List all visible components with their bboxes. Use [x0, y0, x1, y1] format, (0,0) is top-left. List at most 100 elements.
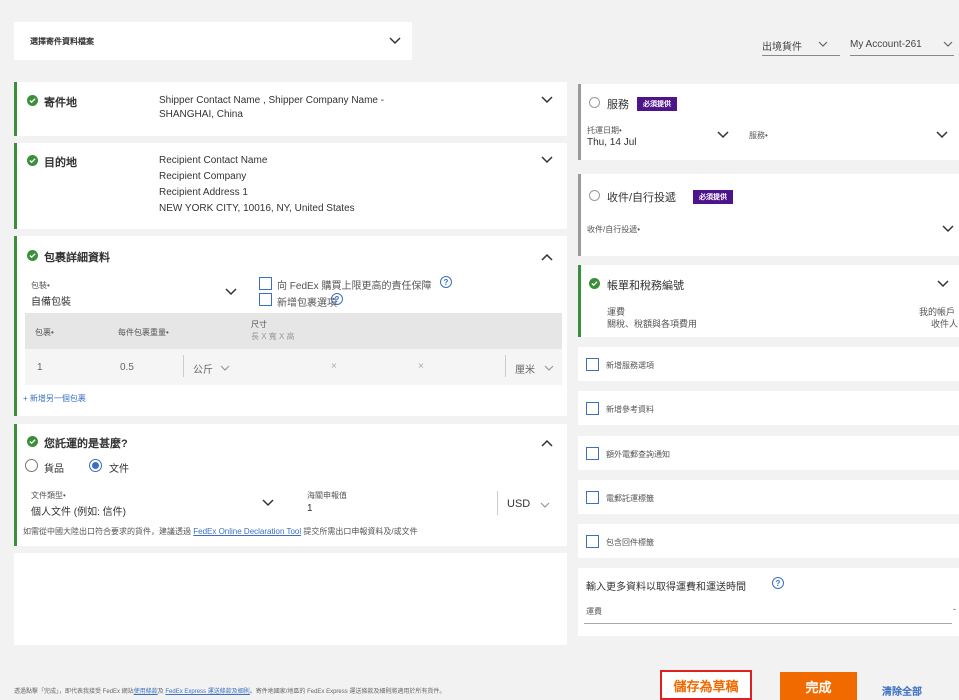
- incomplete-icon: [589, 190, 600, 201]
- pickup-select[interactable]: 收件/自行投遞•: [587, 216, 955, 246]
- billing-title: 帳單和稅務編號: [607, 280, 684, 292]
- option-checkbox[interactable]: [586, 447, 599, 460]
- check-icon: [589, 278, 600, 289]
- goods-radio[interactable]: [25, 459, 38, 472]
- help-icon[interactable]: ?: [772, 577, 784, 589]
- packaging-select[interactable]: 包裝• 自備包裝: [31, 276, 245, 310]
- document-type-select[interactable]: 文件類型• 個人文件 (例如: 信件): [31, 487, 281, 521]
- liability-checkbox[interactable]: [259, 277, 272, 290]
- option-checkbox[interactable]: [586, 535, 599, 548]
- chevron-down-icon: [540, 502, 550, 508]
- declaration-note-pre: 如需從中國大陸出口符合要求的貨件，建議透過: [23, 527, 194, 536]
- chevron-down-icon: [717, 131, 729, 139]
- customs-value-field[interactable]: 海關申報值 1 USD: [307, 487, 562, 521]
- packaging-value: 自備包裝: [31, 297, 71, 308]
- help-icon[interactable]: ?: [331, 293, 343, 305]
- option-return-label[interactable]: 包含回件標籤: [578, 524, 959, 558]
- documents-radio[interactable]: [89, 459, 102, 472]
- service-title: 服務: [607, 99, 629, 111]
- customs-value: 1: [307, 503, 313, 514]
- package-table-header: 包裹• 每件包裹重量• 尺寸 長 X 寬 X 高: [25, 313, 562, 349]
- chevron-up-icon[interactable]: [540, 252, 554, 262]
- currency-select[interactable]: USD: [507, 498, 530, 510]
- ship-date-select[interactable]: 托運日期• Thu, 14 Jul: [587, 124, 737, 154]
- destination-title: 目的地: [44, 157, 77, 169]
- doc-type-label: 文件類型•: [31, 491, 66, 500]
- estimate-field: 運費: [586, 607, 602, 616]
- col-weight: 每件包裹重量•: [118, 328, 169, 337]
- left-blank-panel: [14, 553, 567, 645]
- col-count: 包裹•: [35, 328, 54, 337]
- declaration-note: 如需從中國大陸出口符合要求的貨件，建議透過 FedEx Online Decla…: [23, 526, 568, 537]
- option-email-label[interactable]: 電郵託運標籤: [578, 480, 959, 514]
- option-email-notification[interactable]: 額外電郵查詢通知: [578, 436, 959, 470]
- row-weight[interactable]: 0.5: [120, 362, 134, 373]
- col-dims: 尺寸: [251, 320, 267, 329]
- service-select[interactable]: 服務•: [749, 124, 955, 154]
- check-icon: [27, 436, 38, 447]
- origin-title: 寄件地: [44, 97, 77, 109]
- destination-line-3: Recipient Address 1: [159, 187, 248, 198]
- option-label: 包含回件標籤: [606, 538, 654, 547]
- profile-select[interactable]: 選擇寄件資料檔案: [14, 22, 412, 60]
- express-terms-link[interactable]: FedEx Express 運送條款及細則: [165, 689, 249, 695]
- chevron-down-icon[interactable]: [540, 95, 554, 105]
- billing-card[interactable]: 帳單和稅務編號 運費 關稅、稅額與各項費用 我的帳戶 收件人: [578, 265, 959, 337]
- packaging-label: 包裝•: [31, 281, 50, 290]
- option-checkbox[interactable]: [586, 402, 599, 415]
- billing-right-2: 收件人: [931, 319, 959, 329]
- clear-all-button[interactable]: 清除全部: [882, 683, 922, 698]
- package-title: 包裹詳細資料: [44, 252, 110, 264]
- option-add-service[interactable]: 新增服務選項: [578, 347, 959, 381]
- declaration-tool-link[interactable]: FedEx Online Declaration Tool: [193, 527, 301, 536]
- chevron-down-icon: [225, 288, 237, 296]
- weight-unit-select[interactable]: 公斤: [193, 361, 213, 376]
- goods-label: 貨品: [44, 464, 64, 475]
- terms-of-use-link[interactable]: 使用條款: [134, 689, 158, 695]
- origin-line-2: SHANGHAI, China: [159, 109, 243, 120]
- dims-placeholder: 長 X 寬 X 高: [251, 332, 295, 341]
- check-icon: [27, 250, 38, 261]
- destination-line-2: Recipient Company: [159, 171, 247, 182]
- help-icon[interactable]: ?: [440, 276, 452, 288]
- terms-note-pre: 透過點擊「完成」，即代表我接受 FedEx 網站: [14, 689, 134, 695]
- chevron-down-icon: [942, 225, 954, 233]
- package-card: 包裹詳細資料 包裝• 自備包裝 向 FedEx 購買上限更高的責任保障 ? 新增…: [14, 236, 567, 416]
- check-icon: [27, 155, 38, 166]
- account-select[interactable]: My Account-261: [850, 38, 955, 58]
- outbound-label: 出境貨件: [762, 42, 802, 53]
- chevron-down-icon[interactable]: [936, 279, 950, 289]
- terms-note: 透過點擊「完成」，即代表我接受 FedEx 網站使用條款及 FedEx Expr…: [14, 686, 654, 695]
- chevron-down-icon: [262, 499, 274, 507]
- option-add-reference[interactable]: 新增參考資料: [578, 391, 959, 425]
- add-option-checkbox[interactable]: [259, 293, 272, 306]
- pickup-card: 收件/自行投遞 必須提供 收件/自行投遞•: [578, 174, 959, 256]
- origin-card[interactable]: 寄件地 Shipper Contact Name , Shipper Compa…: [14, 82, 567, 136]
- documents-label: 文件: [109, 464, 129, 475]
- terms-note-post: 。寄件地國家/地區的 FedEx Express 運送條款及細則將適用於所有貨件…: [249, 689, 446, 695]
- account-label: My Account-261: [850, 39, 922, 50]
- dim-separator-1: ×: [331, 361, 337, 372]
- outbound-select[interactable]: 出境貨件: [762, 38, 842, 58]
- required-badge: 必須提供: [693, 190, 733, 204]
- chevron-down-icon: [936, 131, 948, 139]
- row-count[interactable]: 1: [37, 362, 43, 373]
- chevron-down-icon: [943, 41, 953, 47]
- chevron-up-icon[interactable]: [540, 438, 554, 448]
- done-button[interactable]: 完成: [780, 672, 857, 700]
- chevron-down-icon[interactable]: [540, 155, 554, 165]
- chevron-down-icon: [818, 41, 828, 47]
- contents-title: 您託運的是甚麼?: [44, 438, 128, 450]
- required-badge: 必須提供: [637, 97, 677, 111]
- option-checkbox[interactable]: [586, 358, 599, 371]
- option-label: 額外電郵查詢通知: [606, 450, 670, 459]
- service-label: 服務•: [749, 131, 768, 140]
- option-checkbox[interactable]: [586, 491, 599, 504]
- save-draft-button[interactable]: 儲存為草稿: [660, 670, 752, 700]
- dim-unit-select[interactable]: 厘米: [515, 361, 535, 376]
- destination-card[interactable]: 目的地 Recipient Contact Name Recipient Com…: [14, 143, 567, 229]
- destination-line-1: Recipient Contact Name: [159, 155, 268, 166]
- check-icon: [27, 95, 38, 106]
- service-card: 服務 必須提供 托運日期• Thu, 14 Jul 服務•: [578, 84, 959, 160]
- add-another-package-link[interactable]: + 新增另一個包裹: [23, 393, 86, 404]
